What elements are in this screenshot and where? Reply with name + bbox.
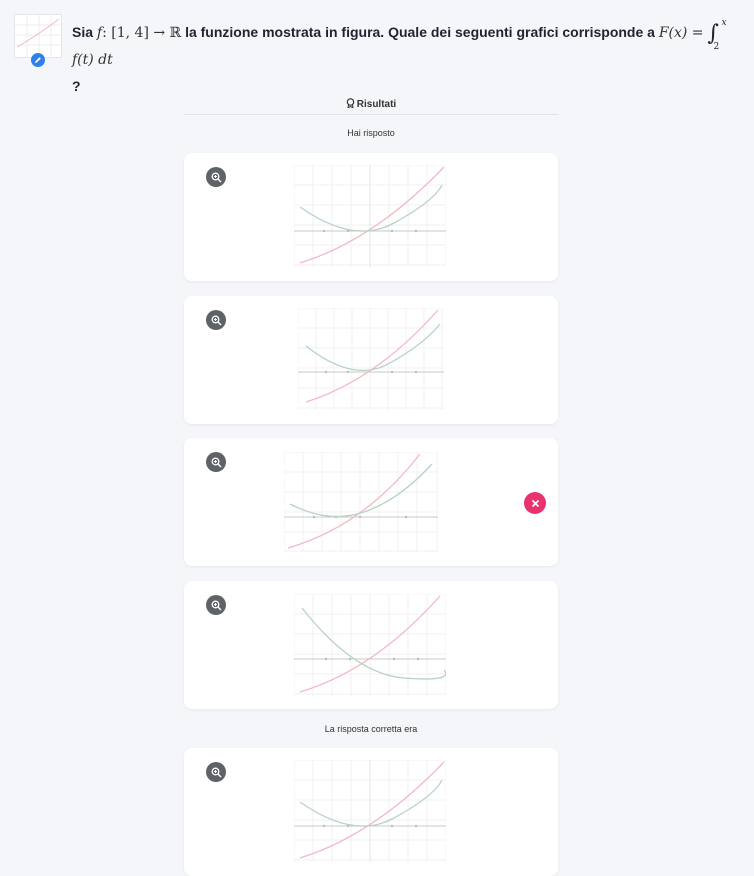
zoom-in-icon <box>211 767 221 777</box>
correct-option-card[interactable] <box>184 748 558 876</box>
results-divider <box>184 114 558 115</box>
wrong-answer-badge <box>524 492 546 514</box>
option-card-b[interactable] <box>184 296 558 424</box>
zoom-button[interactable] <box>206 310 226 330</box>
results-title: Risultati <box>184 98 558 110</box>
zoom-in-icon <box>211 457 221 467</box>
option-card-c[interactable] <box>184 438 558 566</box>
option-card-a[interactable] <box>184 153 558 281</box>
option-card-d[interactable] <box>184 581 558 709</box>
thumbnail-graph <box>15 15 61 57</box>
zoom-button[interactable] <box>206 452 226 472</box>
edit-badge[interactable] <box>31 53 45 67</box>
pencil-icon <box>35 57 41 63</box>
zoom-in-icon <box>211 315 221 325</box>
x-circle-icon <box>531 499 539 507</box>
option-graph-b <box>298 308 444 410</box>
correct-option-graph <box>294 760 446 862</box>
zoom-in-icon <box>211 172 221 182</box>
option-graph-c <box>284 452 438 552</box>
correct-answer-label: La risposta corretta era <box>324 724 418 734</box>
option-graph-a <box>294 165 446 267</box>
award-icon <box>346 98 355 109</box>
integral: ∫ x 2 <box>707 18 727 52</box>
question-thumbnail[interactable] <box>14 14 62 58</box>
zoom-button[interactable] <box>206 595 226 615</box>
option-graph-d <box>294 594 446 696</box>
answered-label: Hai risposto <box>347 128 395 138</box>
question-text: Sia f: [1, 4] → ℝ la funzione mostrata i… <box>72 18 734 99</box>
zoom-in-icon <box>211 600 221 610</box>
zoom-button[interactable] <box>206 762 226 782</box>
zoom-button[interactable] <box>206 167 226 187</box>
